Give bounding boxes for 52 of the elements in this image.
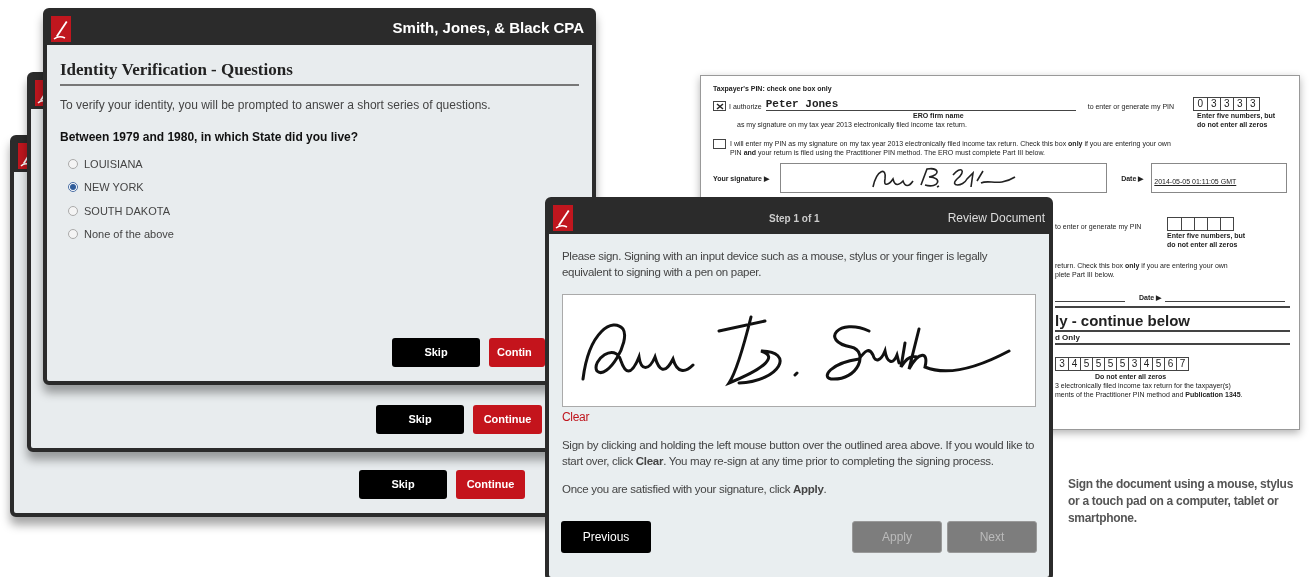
confirm-text: Once you are satisfied with your signature, click Apply. (562, 482, 828, 497)
skip-button[interactable]: Skip (359, 470, 447, 499)
continue-button[interactable]: Continue (473, 405, 542, 434)
continue-button[interactable]: Contin (489, 338, 545, 367)
continue-button[interactable]: Continue (456, 470, 525, 499)
pen-logo-icon (18, 142, 28, 169)
radio-button[interactable] (68, 205, 78, 216)
pin-boxes (1167, 217, 1234, 231)
pin-digit: 3 (1232, 98, 1246, 110)
option-label: NEW YORK (84, 180, 144, 195)
window-title: Review Document (947, 209, 1045, 227)
checkbox[interactable] (713, 139, 726, 149)
dialog-button[interactable]: Previous (561, 521, 651, 553)
pin-digit: 5 (1104, 358, 1116, 370)
step-indicator: Step 1 of 1 (769, 212, 820, 226)
pen-logo-icon (553, 204, 573, 231)
question-text: Between 1979 and 1980, in which State did you live? (60, 128, 360, 146)
clear-link[interactable]: Clear (562, 409, 590, 425)
pin-digit: 7 (1176, 358, 1188, 370)
radio-button[interactable] (68, 158, 78, 169)
pin-digit: 5 (1116, 358, 1128, 370)
pin-digit: 0 (1196, 98, 1204, 110)
pin-digit: 5 (1152, 358, 1164, 370)
signature-pad[interactable] (562, 294, 1036, 407)
instruction-text: Please sign. Signing with an input device such as a mouse, stylus or your finger is legally equivalent to signing with a pen on paper. (562, 249, 989, 280)
radio-button[interactable] (68, 182, 78, 193)
caption-text: Sign the document using a mouse, stylus or a touch pad on a computer, tablet or smartphone. (1068, 476, 1294, 527)
help-text: Sign by clicking and holding the left mouse button over the outlined area above. If you would like to start over, click Clear. You may re-sign at any time prior to completing the signing process. (562, 438, 1036, 469)
pen-logo-icon (51, 15, 71, 42)
radio-button[interactable] (68, 229, 78, 240)
option-label: LOUISIANA (84, 156, 143, 172)
ero-name: Peter Jones (765, 98, 839, 110)
section-heading: Identity Verification - Questions (60, 57, 579, 86)
skip-button[interactable]: Skip (376, 405, 464, 434)
checkbox[interactable] (713, 101, 726, 111)
intro-text: To verify your identity, you will be prompted to answer a short series of questions. (60, 96, 492, 114)
pin-digit: 5 (1080, 358, 1092, 370)
option-label: None of the above (84, 227, 174, 242)
pin-digit: 3 (1058, 358, 1066, 370)
pin-digit: 3 (1206, 98, 1220, 110)
pin-digit: 3 (1128, 358, 1140, 370)
pin-digit: 3 (1245, 98, 1259, 110)
section-heading: ly - continue below (1055, 312, 1191, 330)
section-subheading: d Only (1055, 332, 1290, 345)
pin-digit: 5 (1092, 358, 1104, 370)
option-label: SOUTH DAKOTA (84, 203, 170, 219)
pin-digit: 4 (1140, 358, 1152, 370)
skip-button[interactable]: Skip (392, 338, 480, 367)
pin-digit: 6 (1164, 358, 1176, 370)
window-title: Smith, Jones, & Black CPA (392, 18, 585, 39)
pin-digit: 4 (1068, 358, 1080, 370)
pin-digit: 3 (1219, 98, 1233, 110)
